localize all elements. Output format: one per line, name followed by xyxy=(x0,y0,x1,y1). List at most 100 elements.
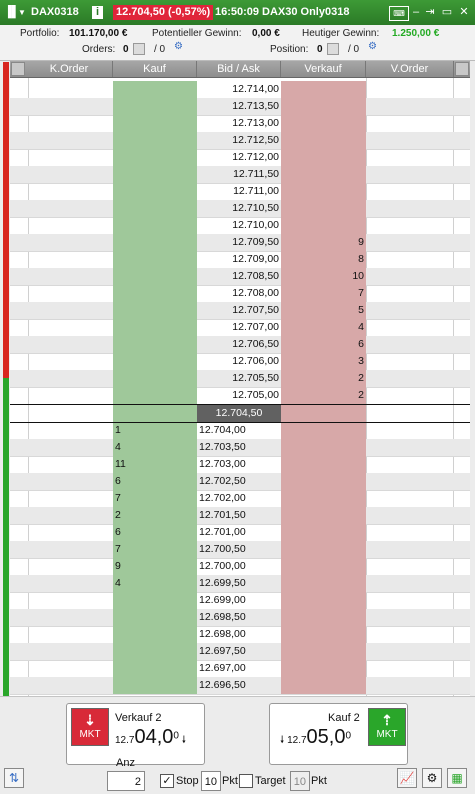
ask-row[interactable]: 12.705,50 2 xyxy=(10,370,470,388)
col-k-order[interactable]: K.Order xyxy=(26,61,113,77)
bid-row[interactable]: 6 12.702,50 xyxy=(10,473,470,491)
ask-row[interactable]: 12.708,50 10 xyxy=(10,268,470,286)
verkauf-cell[interactable] xyxy=(281,541,366,558)
target-checkbox[interactable] xyxy=(239,774,253,788)
ask-row[interactable]: 12.708,00 7 xyxy=(10,285,470,303)
verkauf-cell[interactable]: 8 xyxy=(281,251,366,268)
ask-row[interactable]: 12.709,00 8 xyxy=(10,251,470,269)
kauf-cell[interactable] xyxy=(113,370,197,387)
bid-row[interactable]: 12.696,50 xyxy=(10,677,470,695)
verkauf-cell[interactable] xyxy=(281,200,366,217)
verkauf-cell[interactable]: 7 xyxy=(281,285,366,302)
stop-checkbox[interactable]: ✓ xyxy=(160,774,174,788)
bid-row[interactable]: 2 12.701,50 xyxy=(10,507,470,525)
bid-row[interactable]: 6 12.701,00 xyxy=(10,524,470,542)
kauf-cell[interactable]: 6 xyxy=(113,524,197,541)
symbol-title[interactable]: DAX0318 xyxy=(31,0,79,25)
kauf-cell[interactable] xyxy=(113,336,197,353)
verkauf-cell[interactable]: 2 xyxy=(281,370,366,387)
verkauf-cell[interactable] xyxy=(281,81,366,98)
sell-market-button[interactable]: ⇣ MKT Verkauf 2 12.704,00 🠗 xyxy=(66,703,205,765)
kauf-cell[interactable] xyxy=(113,115,197,132)
excel-export-icon[interactable]: ▦ xyxy=(447,768,467,788)
ask-row[interactable]: 12.713,00 xyxy=(10,115,470,133)
verkauf-cell[interactable] xyxy=(281,626,366,643)
verkauf-cell[interactable]: 6 xyxy=(281,336,366,353)
ask-row[interactable]: 12.711,50 xyxy=(10,166,470,184)
bid-row[interactable]: 1 12.704,00 xyxy=(10,422,470,440)
kauf-cell[interactable]: 6 xyxy=(113,473,197,490)
kauf-cell[interactable] xyxy=(113,592,197,609)
ask-row[interactable]: 12.705,00 2 xyxy=(10,387,470,405)
cancel-sell-orders-icon[interactable] xyxy=(455,62,469,76)
kauf-cell[interactable] xyxy=(113,200,197,217)
kauf-cell[interactable] xyxy=(113,234,197,251)
ask-row[interactable]: 12.707,50 5 xyxy=(10,302,470,320)
kauf-cell[interactable] xyxy=(113,387,197,404)
kauf-cell[interactable]: 7 xyxy=(113,541,197,558)
verkauf-cell[interactable] xyxy=(281,660,366,677)
ask-row[interactable]: 12.714,00 xyxy=(10,81,470,99)
kauf-cell[interactable] xyxy=(113,626,197,643)
target-input[interactable]: 10 xyxy=(290,771,310,791)
kauf-cell[interactable]: 2 xyxy=(113,507,197,524)
chart-settings-icon[interactable]: 📈 xyxy=(397,768,417,788)
kauf-cell[interactable]: 1 xyxy=(113,422,197,439)
kauf-cell[interactable] xyxy=(113,149,197,166)
ask-row[interactable]: 12.711,00 xyxy=(10,183,470,201)
verkauf-cell[interactable] xyxy=(281,439,366,456)
kauf-cell[interactable] xyxy=(113,217,197,234)
kauf-cell[interactable] xyxy=(113,285,197,302)
verkauf-cell[interactable] xyxy=(281,98,366,115)
kauf-cell[interactable] xyxy=(113,166,197,183)
kauf-cell[interactable] xyxy=(113,609,197,626)
quantity-input[interactable]: 2 xyxy=(107,771,145,791)
verkauf-cell[interactable] xyxy=(281,524,366,541)
kauf-cell[interactable] xyxy=(113,132,197,149)
verkauf-cell[interactable]: 2 xyxy=(281,387,366,404)
verkauf-cell[interactable] xyxy=(281,609,366,626)
col-v-order[interactable]: V.Order xyxy=(366,61,454,77)
kauf-cell[interactable] xyxy=(113,660,197,677)
center-ladder-icon[interactable]: ⇅ xyxy=(4,768,24,788)
verkauf-cell[interactable]: 10 xyxy=(281,268,366,285)
buy-market-button[interactable]: Kauf 2 🠗 12.705,00 ⇡ MKT xyxy=(269,703,408,765)
kauf-cell[interactable] xyxy=(113,251,197,268)
verkauf-cell[interactable] xyxy=(281,149,366,166)
ask-row[interactable]: 12.712,00 xyxy=(10,149,470,167)
ask-row[interactable]: 12.707,00 4 xyxy=(10,319,470,337)
current-verkauf-cell[interactable] xyxy=(281,405,366,422)
bid-row[interactable]: 12.698,00 xyxy=(10,626,470,644)
verkauf-cell[interactable] xyxy=(281,217,366,234)
orders-cancel-icon[interactable] xyxy=(133,43,145,55)
kauf-cell[interactable] xyxy=(113,677,197,694)
bid-row[interactable]: 11 12.703,00 xyxy=(10,456,470,474)
chevron-down-icon[interactable]: ▼ xyxy=(17,6,27,19)
verkauf-cell[interactable] xyxy=(281,422,366,439)
bid-row[interactable]: 12.698,50 xyxy=(10,609,470,627)
close-icon[interactable]: ✕ xyxy=(458,6,470,19)
verkauf-cell[interactable]: 4 xyxy=(281,319,366,336)
current-price-row[interactable]: 12.704,50 xyxy=(10,404,470,423)
ask-row[interactable]: 12.710,00 xyxy=(10,217,470,235)
ask-row[interactable]: 12.712,50 xyxy=(10,132,470,150)
verkauf-cell[interactable] xyxy=(281,490,366,507)
bid-row[interactable]: 12.697,00 xyxy=(10,660,470,678)
ask-row[interactable]: 12.706,50 6 xyxy=(10,336,470,354)
verkauf-cell[interactable] xyxy=(281,183,366,200)
ask-row[interactable]: 12.706,00 3 xyxy=(10,353,470,371)
ask-row[interactable]: 12.713,50 xyxy=(10,98,470,116)
verkauf-cell[interactable] xyxy=(281,507,366,524)
kauf-cell[interactable] xyxy=(113,353,197,370)
verkauf-cell[interactable]: 3 xyxy=(281,353,366,370)
kauf-cell[interactable] xyxy=(113,268,197,285)
bid-row[interactable]: 4 12.699,50 xyxy=(10,575,470,593)
col-kauf[interactable]: Kauf xyxy=(113,61,197,77)
verkauf-cell[interactable] xyxy=(281,166,366,183)
bid-row[interactable]: 9 12.700,00 xyxy=(10,558,470,576)
cancel-buy-orders-icon[interactable] xyxy=(11,62,25,76)
verkauf-cell[interactable] xyxy=(281,132,366,149)
keyboard-icon[interactable]: ⌨ xyxy=(389,6,409,21)
kauf-cell[interactable] xyxy=(113,643,197,660)
bid-row[interactable]: 12.699,00 xyxy=(10,592,470,610)
